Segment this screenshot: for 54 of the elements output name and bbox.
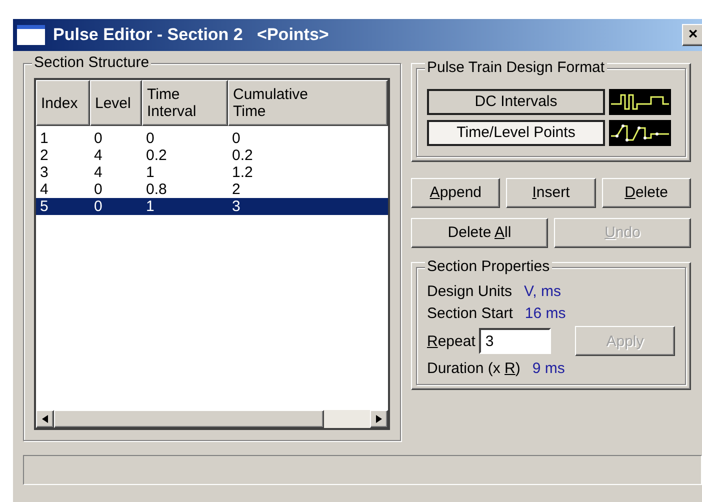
window-icon bbox=[17, 25, 45, 45]
right-arrow-icon bbox=[376, 415, 382, 423]
table-cell-text: 4 bbox=[39, 181, 50, 198]
table-row[interactable]: 3 4 1 1.2 bbox=[36, 164, 388, 181]
action-button[interactable]: Insert bbox=[506, 178, 596, 208]
table-cell-text: 4 bbox=[93, 147, 104, 164]
table-cell-text: 0.2 bbox=[231, 147, 254, 164]
action-button[interactable]: Delete bbox=[602, 178, 691, 208]
table-cell-text: 2 bbox=[231, 181, 242, 198]
column-header[interactable]: Time Interval bbox=[142, 80, 228, 126]
point-wave-icon bbox=[609, 120, 671, 146]
duration-label: Duration (x R) bbox=[427, 359, 520, 378]
table-cell-text: 0 bbox=[93, 198, 104, 215]
duration-value: 9 ms bbox=[532, 359, 565, 378]
section-start-label: Section Start bbox=[427, 304, 513, 323]
left-arrow-icon bbox=[42, 415, 48, 423]
repeat-field[interactable]: 3 bbox=[479, 328, 552, 354]
section-start-value: 16 ms bbox=[524, 304, 566, 323]
table-cell-text: 1.2 bbox=[231, 164, 254, 181]
table-cell-text: 0 bbox=[231, 130, 242, 147]
group-title: Section Properties bbox=[425, 258, 552, 276]
table-cell-text: 2 bbox=[39, 147, 50, 164]
table-cell-text: 0 bbox=[145, 130, 156, 147]
column-header[interactable]: Level bbox=[90, 80, 142, 126]
table-cell-text: 5 bbox=[39, 198, 50, 215]
table-cell-text: 3 bbox=[39, 164, 50, 181]
table-row[interactable]: 4 0 0.8 2 bbox=[36, 181, 388, 198]
table-row[interactable]: 1 0 0 0 bbox=[36, 130, 388, 147]
table-cell-text: 1 bbox=[145, 198, 156, 215]
scrollbar-thumb[interactable] bbox=[54, 410, 324, 428]
table-row[interactable]: 2 4 0.2 0.2 bbox=[36, 147, 388, 164]
table-cell-text: 3 bbox=[231, 198, 242, 215]
table-cell-text: 0 bbox=[93, 130, 104, 147]
table-row[interactable]: 5 0 1 3 bbox=[36, 198, 388, 215]
design-units-value: V, ms bbox=[524, 282, 562, 301]
close-button[interactable]: × bbox=[682, 24, 702, 46]
format-option[interactable]: DC Intervals bbox=[427, 89, 605, 115]
square-wave-icon bbox=[609, 89, 671, 115]
repeat-label: Repeat bbox=[427, 332, 476, 350]
table-cell-text: 0.8 bbox=[145, 181, 168, 198]
column-header[interactable]: Cumulative Time bbox=[228, 80, 388, 126]
design-units-label: Design Units bbox=[427, 282, 512, 301]
action-button[interactable]: Append bbox=[411, 178, 500, 208]
action-button[interactable]: Delete All bbox=[411, 218, 548, 248]
column-header[interactable]: Index bbox=[36, 80, 90, 126]
horizontal-scrollbar[interactable] bbox=[36, 410, 388, 428]
format-option[interactable]: Time/Level Points bbox=[427, 120, 605, 146]
table-cell-text: 1 bbox=[39, 130, 50, 147]
window-title: Pulse Editor - Section 2 <Points> bbox=[53, 24, 329, 46]
group-title: Pulse Train Design Format bbox=[425, 59, 607, 77]
table-cell-text: 1 bbox=[145, 164, 156, 181]
table-cell-text: 4 bbox=[93, 164, 104, 181]
table-cell-text: 0 bbox=[93, 181, 104, 198]
table-cell-text: 0.2 bbox=[145, 147, 168, 164]
